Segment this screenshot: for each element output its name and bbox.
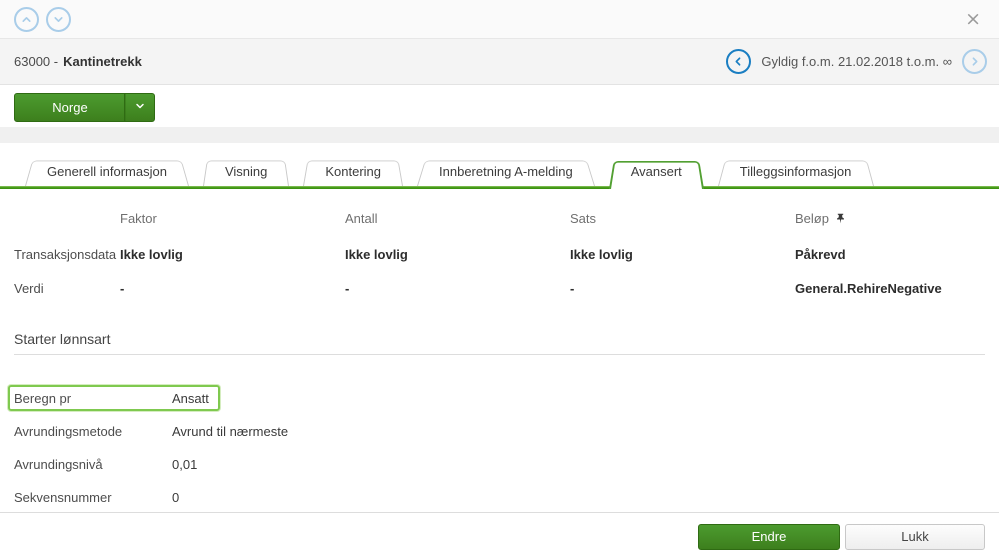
grid-cell: - [570, 279, 795, 313]
grid-cell: General.RehireNegative [795, 279, 985, 313]
grid-cell: Ikke lovlig [120, 245, 345, 279]
tab-underline [0, 186, 999, 189]
chevron-down-icon [52, 13, 65, 26]
field-label: Avrundingsnivå [14, 457, 172, 472]
pushpin-icon [835, 209, 846, 231]
chevron-down-icon [134, 100, 146, 115]
wagetype-name: Kantinetrekk [63, 54, 142, 69]
row-label-verdi: Verdi [14, 279, 120, 313]
chevron-up-icon [20, 13, 33, 26]
field-beregn-pr: Beregn pr Ansatt [14, 385, 985, 411]
endre-button[interactable]: Endre [698, 524, 840, 550]
close-icon[interactable]: × [961, 8, 985, 31]
row-label-transaksjonsdata: Transaksjonsdata [14, 245, 120, 279]
titlebar: 63000 - Kantinetrekk Gyldig f.o.m. 21.02… [0, 39, 999, 85]
field-value: Ansatt [172, 391, 209, 406]
column-header-belop: Beløp [795, 209, 985, 245]
separator-band [0, 127, 999, 143]
tab-panel-avansert: Faktor Antall Sats Beløp Transaksjonsdat… [0, 189, 999, 510]
tab-avansert[interactable]: Avansert [609, 158, 704, 186]
validity-navigator: Gyldig f.o.m. 21.02.2018 t.o.m. ∞ [726, 49, 987, 74]
validity-text: Gyldig f.o.m. 21.02.2018 t.o.m. ∞ [761, 54, 952, 69]
validity-next-button[interactable] [962, 49, 987, 74]
tab-tilleggsinformasjon[interactable]: Tilleggsinformasjon [718, 158, 874, 186]
tab-visning[interactable]: Visning [203, 158, 289, 186]
grid-cell: Ikke lovlig [345, 245, 570, 279]
field-avrundingsmetode: Avrundingsmetode Avrund til nærmeste [14, 418, 985, 444]
country-caret-button[interactable] [125, 94, 154, 121]
field-value: 0 [172, 490, 179, 505]
tab-generell-informasjon[interactable]: Generell informasjon [25, 158, 189, 186]
nav-up-button[interactable] [14, 7, 39, 32]
tab-innberetning-a-melding[interactable]: Innberetning A-melding [417, 158, 595, 186]
grid-cell: - [345, 279, 570, 313]
wagetype-code: 63000 - [14, 54, 58, 69]
field-value: 0,01 [172, 457, 197, 472]
column-header-faktor: Faktor [120, 209, 345, 245]
column-header-belop-label: Beløp [795, 209, 829, 229]
grid-cell: Ikke lovlig [570, 245, 795, 279]
grid-cell: Påkrevd [795, 245, 985, 279]
column-header-sats: Sats [570, 209, 795, 245]
field-value: Avrund til nærmeste [172, 424, 288, 439]
tabbar: Generell informasjon Visning Kontering I… [0, 158, 999, 189]
tab-kontering[interactable]: Kontering [303, 158, 403, 186]
footer: Endre Lukk [0, 512, 999, 560]
section-divider [14, 354, 985, 355]
chevron-left-icon [732, 55, 745, 68]
field-label: Avrundingsmetode [14, 424, 172, 439]
field-label: Beregn pr [14, 391, 172, 406]
field-label: Sekvensnummer [14, 490, 172, 505]
country-dropdown[interactable]: Norge [14, 93, 155, 122]
field-avrundingsniva: Avrundingsnivå 0,01 [14, 451, 985, 477]
country-label[interactable]: Norge [15, 94, 125, 121]
validity-prev-button[interactable] [726, 49, 751, 74]
column-header-antall: Antall [345, 209, 570, 245]
field-sekvensnummer: Sekvensnummer 0 [14, 484, 985, 510]
section-title-starter-lonnsart: Starter lønnsart [14, 331, 985, 347]
tabs-container: Generell informasjon Visning Kontering I… [0, 143, 999, 189]
chevron-right-icon [968, 55, 981, 68]
fields-list: Beregn pr Ansatt Avrundingsmetode Avrund… [14, 385, 985, 510]
nav-down-button[interactable] [46, 7, 71, 32]
transaction-grid: Faktor Antall Sats Beløp Transaksjonsdat… [14, 209, 985, 313]
actionbar: Norge [0, 85, 999, 127]
lukk-button[interactable]: Lukk [845, 524, 985, 550]
topbar: × [0, 0, 999, 39]
grid-corner-cell [14, 209, 120, 245]
grid-cell: - [120, 279, 345, 313]
